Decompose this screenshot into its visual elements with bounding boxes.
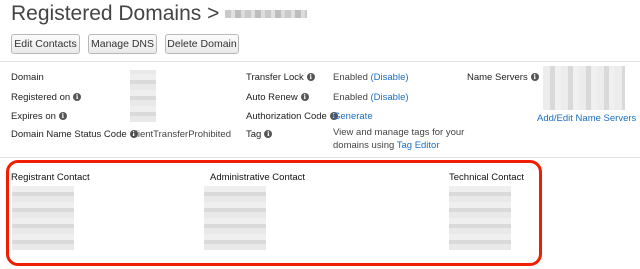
divider <box>0 157 640 158</box>
info-icon[interactable]: i <box>300 93 309 101</box>
transfer-lock-label: Transfer Lock i <box>246 72 315 83</box>
transfer-lock-status: Enabled <box>333 72 368 83</box>
redacted-administrative-contact <box>204 186 266 250</box>
redacted-technical-contact <box>449 186 511 250</box>
page-title: Registered Domains > <box>11 2 308 26</box>
registered-on-label-text: Registered on <box>11 92 71 103</box>
tag-editor-link[interactable]: Tag Editor <box>397 140 440 151</box>
auth-code-label-text: Authorization Code <box>246 111 327 122</box>
edit-contacts-button[interactable]: Edit Contacts <box>11 34 80 54</box>
transfer-lock-value: Enabled (Disable) <box>333 72 409 83</box>
redacted-name-servers <box>543 66 625 110</box>
status-code-label-text: Domain Name Status Code <box>11 129 127 140</box>
redacted-domain-name <box>225 10 308 19</box>
info-icon[interactable]: i <box>306 73 315 81</box>
info-icon[interactable]: i <box>58 112 67 120</box>
auto-renew-status: Enabled <box>333 92 368 103</box>
transfer-lock-label-text: Transfer Lock <box>246 72 304 83</box>
tag-label: Tag i <box>246 129 273 140</box>
delete-domain-button[interactable]: Delete Domain <box>165 34 239 54</box>
tag-text-line1: View and manage tags for your <box>333 127 465 138</box>
transfer-lock-disable-link[interactable]: (Disable) <box>371 72 409 83</box>
tag-text-line2: domains using Tag Editor <box>333 140 440 151</box>
registrant-contact-heading: Registrant Contact <box>11 172 90 183</box>
auto-renew-label-text: Auto Renew <box>246 92 298 103</box>
info-icon[interactable]: i <box>264 130 273 138</box>
tag-text-prefix: domains using <box>333 140 395 151</box>
expires-on-label-text: Expires on <box>11 111 56 122</box>
name-servers-label: Name Servers i <box>467 72 539 83</box>
tag-label-text: Tag <box>246 129 262 140</box>
add-edit-name-servers-link[interactable]: Add/Edit Name Servers <box>537 113 636 124</box>
registered-on-label: Registered on i <box>11 92 82 103</box>
redacted-registrant-contact <box>12 186 74 250</box>
manage-dns-button[interactable]: Manage DNS <box>88 34 157 54</box>
domain-label: Domain <box>11 72 44 83</box>
auto-renew-value: Enabled (Disable) <box>333 92 409 103</box>
auth-code-label: Authorization Code i <box>246 111 338 122</box>
name-servers-label-text: Name Servers <box>467 72 528 83</box>
status-code-label: Domain Name Status Code i <box>11 129 138 140</box>
divider <box>0 61 640 62</box>
page-title-text: Registered Domains > <box>11 2 220 25</box>
auto-renew-disable-link[interactable]: (Disable) <box>371 92 409 103</box>
auto-renew-label: Auto Renew i <box>246 92 309 103</box>
technical-contact-heading: Technical Contact <box>449 172 524 183</box>
expires-on-label: Expires on i <box>11 111 67 122</box>
administrative-contact-heading: Administrative Contact <box>210 172 306 183</box>
generate-auth-code-link[interactable]: Generate <box>333 111 373 122</box>
redacted-dates <box>130 70 156 122</box>
info-icon[interactable]: i <box>530 73 539 81</box>
info-icon[interactable]: i <box>73 93 82 101</box>
status-code-value: clientTransferProhibited <box>131 129 231 140</box>
